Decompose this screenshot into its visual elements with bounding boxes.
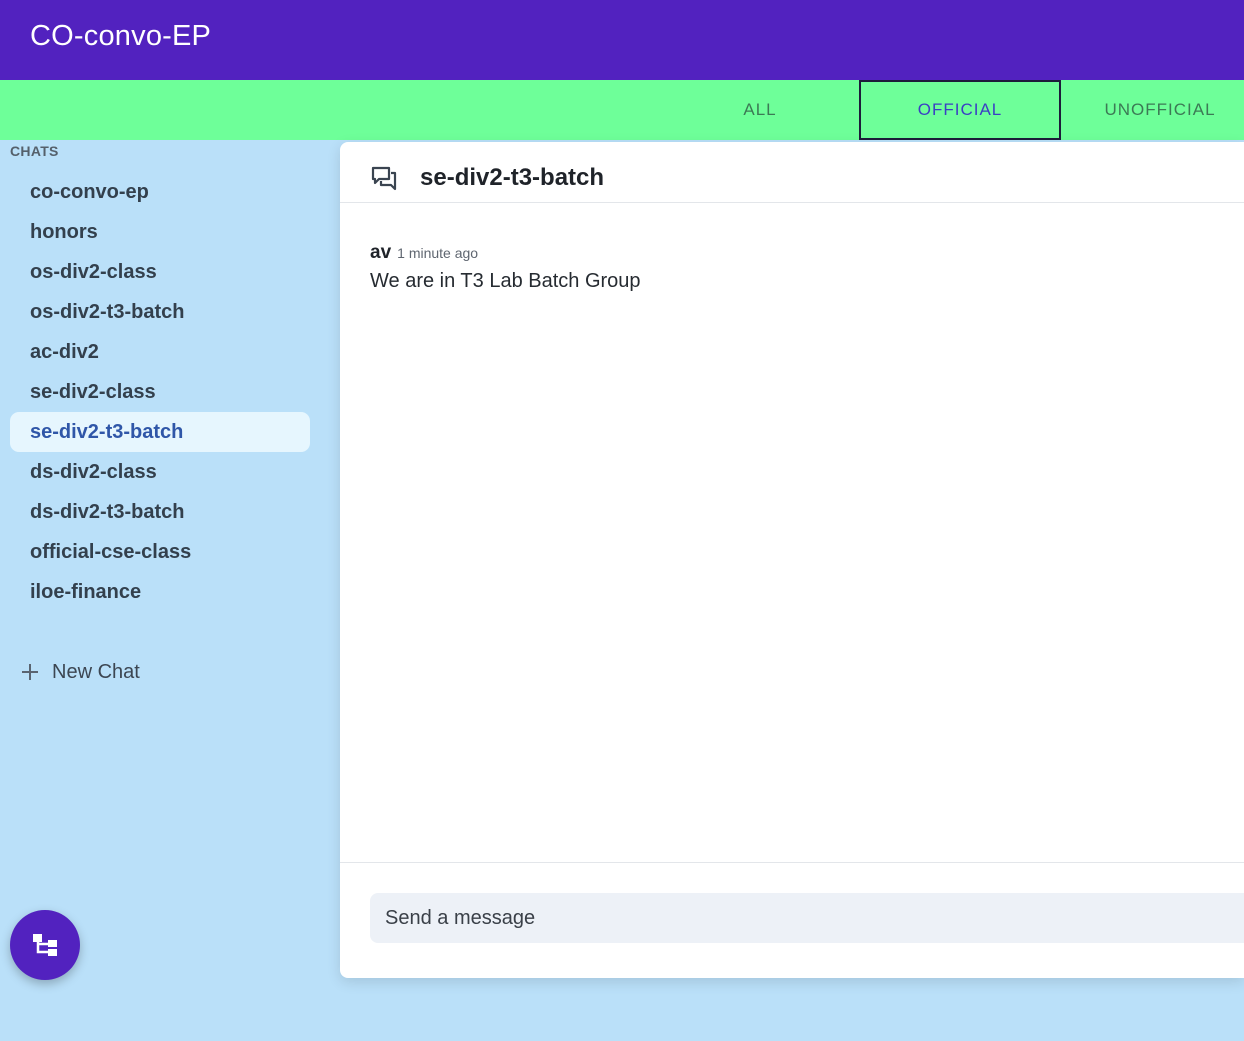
tab-unofficial[interactable]: UNOFFICIAL xyxy=(1059,80,1244,140)
chat-header: se-div2-t3-batch xyxy=(340,142,1244,203)
hierarchy-icon xyxy=(33,934,57,956)
new-chat-label: New Chat xyxy=(52,660,140,683)
sidebar-item-co-convo-ep[interactable]: co-convo-ep xyxy=(10,172,310,212)
sidebar: CHATS co-convo-ep honors os-div2-class o… xyxy=(0,140,340,1041)
sidebar-item-honors[interactable]: honors xyxy=(10,212,310,252)
tab-all[interactable]: ALL xyxy=(659,80,861,140)
app-title: CO-convo-EP xyxy=(30,20,212,52)
sidebar-item-ac-div2[interactable]: ac-div2 xyxy=(10,332,310,372)
chat-list: co-convo-ep honors os-div2-class os-div2… xyxy=(10,172,310,612)
chat-panel: se-div2-t3-batch av 1 minute ago We are … xyxy=(340,142,1244,978)
chat-bubbles-icon xyxy=(371,166,397,191)
sidebar-item-os-div2-t3-batch[interactable]: os-div2-t3-batch xyxy=(10,292,310,332)
sidebar-item-ds-div2-t3-batch[interactable]: ds-div2-t3-batch xyxy=(10,492,310,532)
sidebar-item-se-div2-class[interactable]: se-div2-class xyxy=(10,372,310,412)
hierarchy-fab-button[interactable] xyxy=(10,910,80,980)
chat-title: se-div2-t3-batch xyxy=(420,164,605,191)
sidebar-item-se-div2-t3-batch[interactable]: se-div2-t3-batch xyxy=(10,412,310,452)
chats-section-header: CHATS xyxy=(10,143,59,159)
sidebar-item-iloe-finance[interactable]: iloe-finance xyxy=(10,572,310,612)
sidebar-item-os-div2-class[interactable]: os-div2-class xyxy=(10,252,310,292)
tab-bar: ALL OFFICIAL UNOFFICIAL xyxy=(0,80,1244,140)
sidebar-item-ds-div2-class[interactable]: ds-div2-class xyxy=(10,452,310,492)
sidebar-item-official-cse-class[interactable]: official-cse-class xyxy=(10,532,310,572)
message-meta: av 1 minute ago xyxy=(370,242,641,264)
message-item: av 1 minute ago We are in T3 Lab Batch G… xyxy=(370,242,641,293)
message-timestamp: 1 minute ago xyxy=(397,245,479,261)
message-text: We are in T3 Lab Batch Group xyxy=(370,270,641,292)
message-author: av xyxy=(370,242,392,263)
tab-official[interactable]: OFFICIAL xyxy=(859,80,1061,140)
message-input[interactable] xyxy=(370,893,1244,943)
app-bar: CO-convo-EP xyxy=(0,0,1244,80)
new-chat-button[interactable]: New Chat xyxy=(20,657,140,687)
plus-icon xyxy=(20,662,40,682)
composer-divider xyxy=(340,862,1244,863)
